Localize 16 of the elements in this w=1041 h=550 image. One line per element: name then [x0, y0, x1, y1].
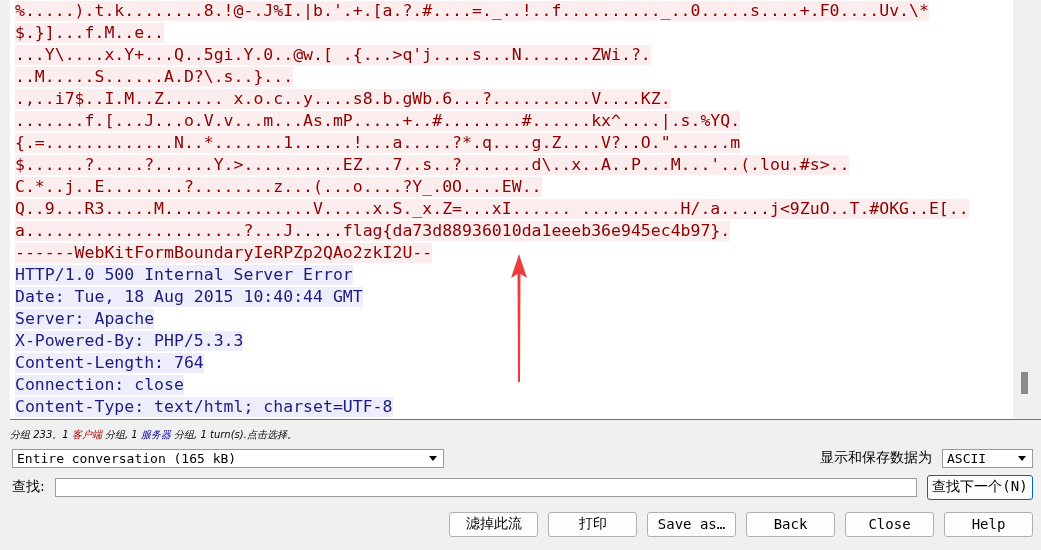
format-dropdown[interactable]: ASCII [942, 448, 1033, 468]
find-next-button[interactable]: 查找下一个(N) [927, 474, 1033, 500]
status-text: 分组 233。1 客户端 分组, 1 服务器 分组, 1 turn(s).点击选择。 [9, 428, 298, 442]
dialog-button[interactable]: 打印 [548, 511, 637, 537]
dialog-button[interactable]: Close [845, 511, 934, 537]
caret-icon [429, 455, 437, 461]
format-label: 显示和保存数据为 [820, 449, 932, 467]
conversation-dropdown[interactable]: Entire conversation (165 kB) [12, 448, 444, 468]
find-field[interactable] [54, 477, 917, 497]
dialog-button[interactable]: Save as… [647, 511, 736, 537]
dialog-button[interactable]: Back [746, 511, 835, 537]
dialog-button[interactable]: 滤掉此流 [449, 511, 538, 537]
find-label: 查找: [12, 478, 45, 496]
dialog-button[interactable]: Help [944, 511, 1033, 537]
caret-icon [1018, 455, 1026, 461]
arrow-icon [509, 254, 529, 384]
